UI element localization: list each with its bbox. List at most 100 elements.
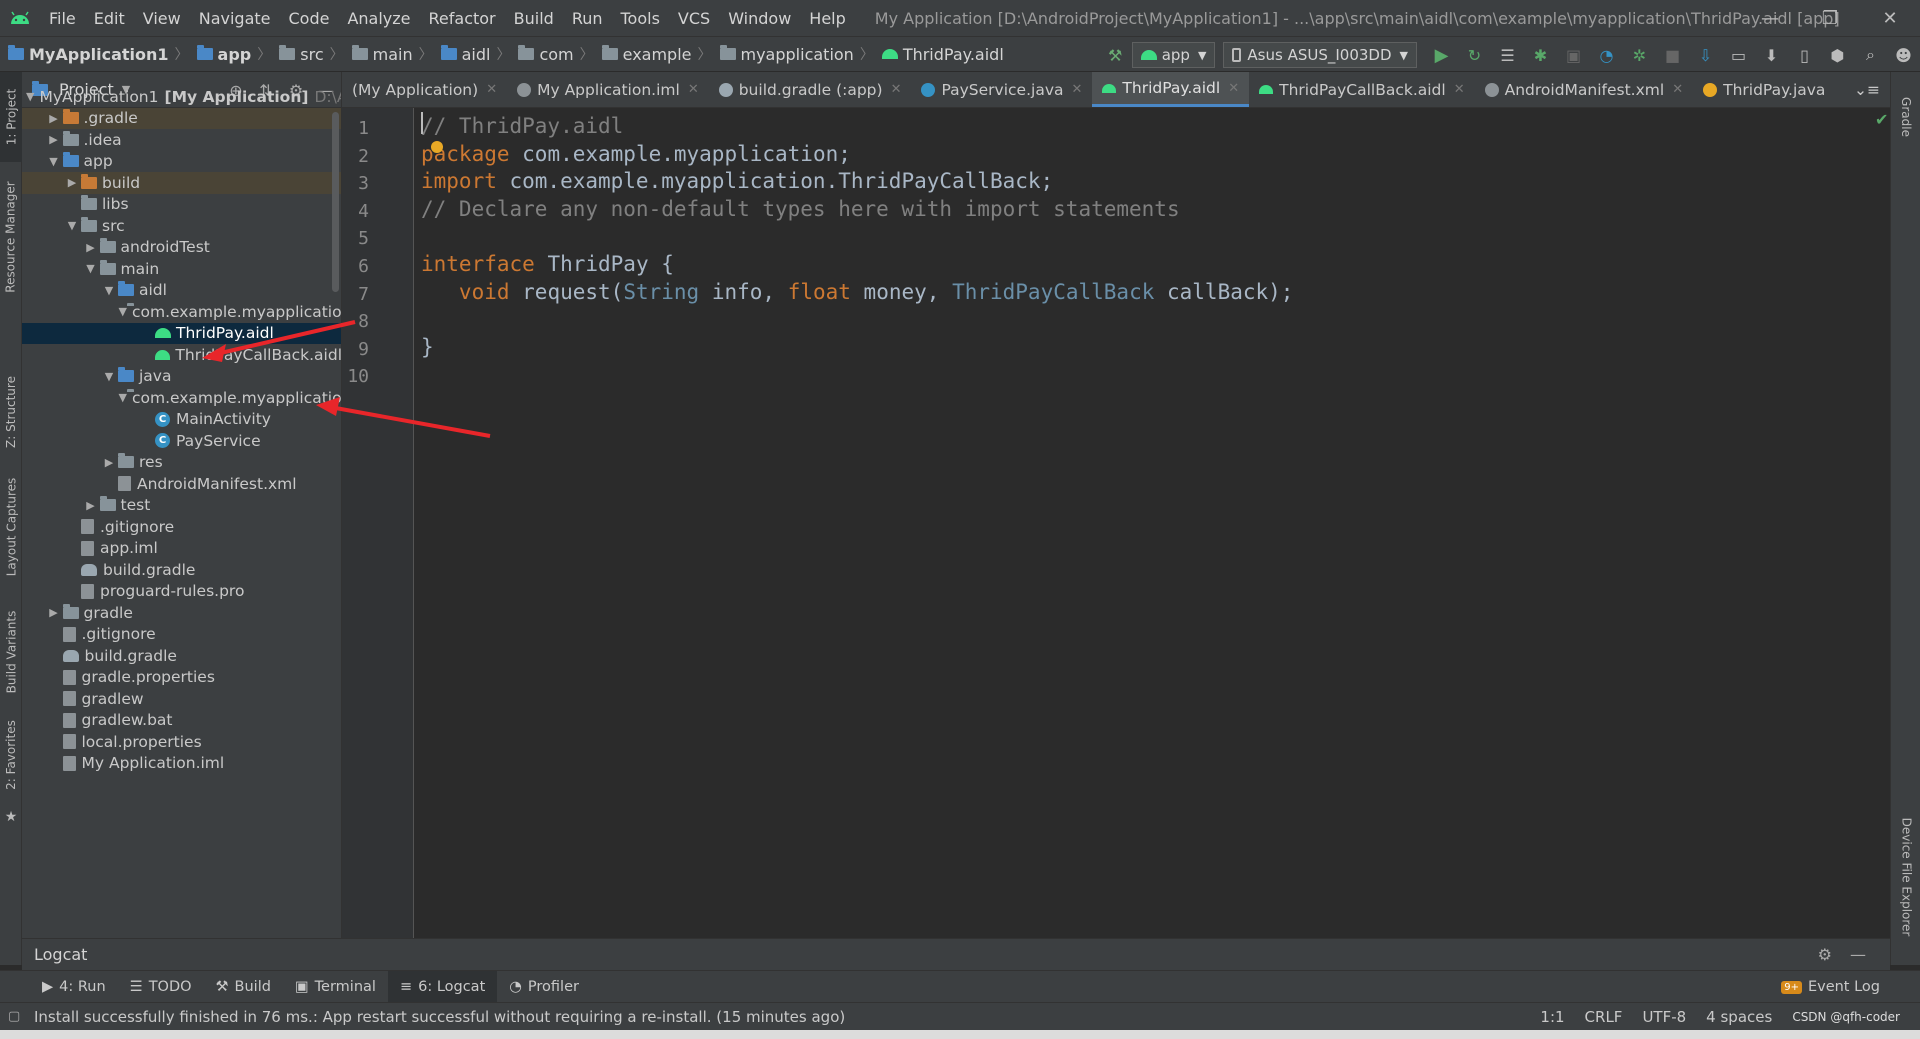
collapsed-arrow-icon[interactable]: ▶ (45, 606, 63, 619)
menu-item-run[interactable]: Run (563, 9, 612, 28)
editor-tab[interactable]: My Application.iml ✕ (507, 72, 709, 107)
tree-item[interactable]: gradlew.bat (22, 710, 341, 732)
tree-item[interactable]: build.gradle (22, 645, 341, 667)
expanded-arrow-icon[interactable]: ▼ (82, 262, 100, 275)
hide-panel-icon[interactable]: — (1850, 945, 1866, 964)
expanded-arrow-icon[interactable]: ▼ (45, 155, 63, 168)
menu-item-build[interactable]: Build (505, 9, 563, 28)
tree-item[interactable]: ▶ build (22, 172, 341, 194)
editor-tab[interactable]: ThridPay.aidl ✕ (1092, 72, 1250, 107)
attach-debugger-icon[interactable]: ✲ (1623, 37, 1656, 73)
menu-item-window[interactable]: Window (719, 9, 800, 28)
close-tab-icon[interactable]: ✕ (1072, 82, 1083, 97)
device-select[interactable]: Asus ASUS_I003DD ▼ (1223, 42, 1417, 68)
bottom-tab[interactable]: ▣ Terminal (283, 971, 388, 1003)
tree-item[interactable]: ▼ com.example.myapplication (22, 301, 341, 323)
tree-item[interactable]: ▼ main (22, 258, 341, 280)
caret-position[interactable]: 1:1 (1540, 1008, 1564, 1026)
collapsed-arrow-icon[interactable]: ▶ (45, 112, 63, 125)
tree-item[interactable]: ▶ .gradle (22, 107, 341, 129)
breadcrumb-item[interactable]: aidl 〉 (433, 44, 510, 64)
tree-item[interactable]: ▶ test (22, 495, 341, 517)
tree-item[interactable]: ▼ app (22, 151, 341, 173)
breadcrumb-item[interactable]: src 〉 (271, 44, 344, 64)
tree-item[interactable]: ▼ aidl (22, 280, 341, 302)
menu-item-edit[interactable]: Edit (85, 9, 134, 28)
tree-item[interactable]: ▶ gradle (22, 602, 341, 624)
apply-code-changes-icon[interactable]: ☰ (1491, 37, 1524, 73)
bottom-tab[interactable]: ⚒ Build (204, 971, 283, 1003)
profile-icon[interactable]: ◔ (1590, 37, 1623, 73)
menu-item-refactor[interactable]: Refactor (420, 9, 505, 28)
tree-item[interactable]: .gitignore (22, 624, 341, 646)
sync-project-icon[interactable]: ⇩ (1689, 37, 1722, 73)
collapsed-arrow-icon[interactable]: ▶ (45, 133, 63, 146)
expanded-arrow-icon[interactable]: ▼ (119, 391, 127, 404)
tree-item[interactable]: AndroidManifest.xml (22, 473, 341, 495)
file-encoding[interactable]: UTF-8 (1642, 1008, 1686, 1026)
expanded-arrow-icon[interactable]: ▼ (26, 90, 34, 103)
tree-item[interactable]: build.gradle (22, 559, 341, 581)
menu-item-analyze[interactable]: Analyze (338, 9, 419, 28)
tree-item[interactable]: ▼ src (22, 215, 341, 237)
breadcrumb-item[interactable]: ThridPay.aidl (874, 45, 1004, 64)
tab-list-menu-icon[interactable]: ⌄≡ (1844, 72, 1890, 107)
toggle-tool-windows-icon[interactable]: ▢ (8, 1009, 20, 1024)
indent-setting[interactable]: 4 spaces (1706, 1008, 1772, 1026)
tree-item[interactable]: libs (22, 194, 341, 216)
editor-tab[interactable]: (My Application) ✕ (342, 72, 507, 107)
tab-favorites[interactable]: 2: Favorites (0, 712, 22, 797)
search-icon[interactable]: ⌕ (1854, 37, 1887, 73)
tree-item[interactable]: proguard-rules.pro (22, 581, 341, 603)
status-message[interactable]: Install successfully finished in 76 ms.:… (34, 1008, 845, 1026)
tree-item[interactable]: ▶ res (22, 452, 341, 474)
editor-tab[interactable]: build.gradle (:app) ✕ (709, 72, 912, 107)
menu-item-file[interactable]: File (40, 9, 85, 28)
bottom-tab[interactable]: ◔ Profiler (497, 971, 591, 1003)
tree-item[interactable]: ▶ .idea (22, 129, 341, 151)
device-manager-icon[interactable]: ▯ (1788, 37, 1821, 73)
expanded-arrow-icon[interactable]: ▼ (63, 219, 81, 232)
debug-icon[interactable]: ✱ (1524, 37, 1557, 73)
breadcrumb-item[interactable]: example 〉 (594, 44, 712, 64)
tab-build-variants[interactable]: Build Variants (0, 602, 22, 702)
run-config-select[interactable]: app ▼ (1131, 42, 1216, 68)
tab-device-file-explorer[interactable]: Device File Explorer (1895, 802, 1917, 952)
collapsed-arrow-icon[interactable]: ▶ (63, 176, 81, 189)
tree-item[interactable]: local.properties (22, 731, 341, 753)
bottom-tab[interactable]: ▶ 4: Run (30, 971, 118, 1003)
tree-item[interactable]: ▼ MyApplication1 [My Application] D:\Androi… (22, 86, 341, 108)
editor-tab[interactable]: PayService.java ✕ (911, 72, 1092, 107)
close-tab-icon[interactable]: ✕ (1454, 82, 1465, 97)
collapsed-arrow-icon[interactable]: ▶ (82, 241, 100, 254)
tab-layout-captures[interactable]: Layout Captures (0, 472, 22, 582)
breadcrumb-item[interactable]: com 〉 (510, 44, 594, 64)
make-project-hammer-icon[interactable]: ⚒ (1099, 37, 1132, 73)
tree-item[interactable]: ThridPayCallBack.aidl (22, 344, 341, 366)
tree-item[interactable]: C MainActivity (22, 409, 341, 431)
tree-item[interactable]: C PayService (22, 430, 341, 452)
close-icon[interactable]: ✕ (1860, 0, 1920, 36)
collapsed-arrow-icon[interactable]: ▶ (100, 456, 118, 469)
tab-gradle[interactable]: Gradle (1895, 82, 1917, 152)
sdk-manager-icon[interactable]: ⬇ (1755, 37, 1788, 73)
intention-bulb-icon[interactable] (431, 141, 443, 153)
editor-tab[interactable]: ThridPay.java (1693, 72, 1835, 107)
close-tab-icon[interactable]: ✕ (688, 82, 699, 97)
breadcrumb-item[interactable]: app 〉 (189, 44, 271, 64)
breadcrumb-item[interactable]: MyApplication1 〉 (0, 44, 189, 64)
tab-project[interactable]: 1: Project (0, 72, 22, 162)
menu-item-help[interactable]: Help (800, 9, 854, 28)
tree-item[interactable]: My Application.iml (22, 753, 341, 775)
line-separator[interactable]: CRLF (1585, 1008, 1623, 1026)
gear-icon[interactable]: ⚙ (1818, 945, 1832, 964)
editor-tab[interactable]: AndroidManifest.xml ✕ (1475, 72, 1694, 107)
minimize-icon[interactable]: — (1740, 0, 1800, 36)
close-tab-icon[interactable]: ✕ (891, 82, 902, 97)
restore-icon[interactable]: ❐ (1800, 0, 1860, 36)
tree-item[interactable]: ▼ com.example.myapplication (22, 387, 341, 409)
editor-tab[interactable]: ThridPayCallBack.aidl ✕ (1249, 72, 1474, 107)
run-icon[interactable]: ▶ (1425, 37, 1458, 73)
layout-inspector-icon[interactable]: ⬢ (1821, 37, 1854, 73)
inspection-ok-icon[interactable]: ✔ (1875, 110, 1888, 129)
